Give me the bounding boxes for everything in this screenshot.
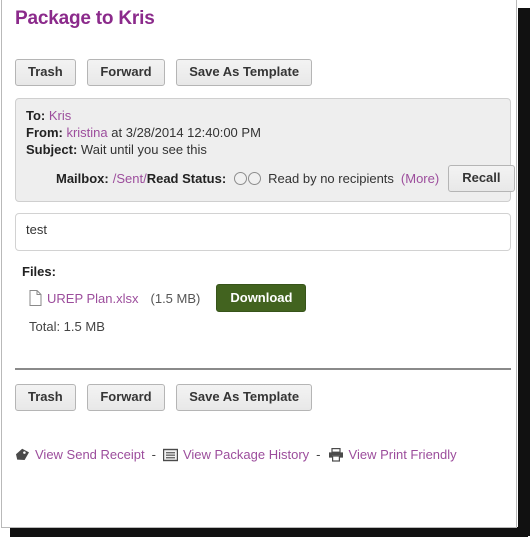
window-shadow-bottom: [10, 527, 528, 537]
save-as-template-button-top[interactable]: Save As Template: [176, 59, 313, 86]
toolbar-top: Trash Forward Save As Template: [15, 30, 516, 86]
page-title: Package to Kris: [15, 8, 155, 29]
files-heading: Files:: [22, 264, 56, 279]
file-name-link[interactable]: UREP Plan.xlsx: [47, 291, 139, 306]
printer-icon: [328, 447, 344, 462]
save-as-template-button-bottom[interactable]: Save As Template: [176, 384, 313, 411]
message-info-panel: To: Kris From: kristina at 3/28/2014 12:…: [15, 98, 515, 202]
view-send-receipt-item[interactable]: View Send Receipt: [15, 447, 145, 462]
read-status-text: Read by no recipients: [268, 171, 394, 186]
download-button[interactable]: Download: [216, 284, 307, 312]
to-label: To:: [26, 108, 46, 123]
file-size: (1.5 MB): [150, 290, 201, 306]
files-section: Files: UREP Plan.xlsx (1.5 MB) Download …: [15, 264, 516, 334]
files-total: Total: 1.5 MB: [29, 319, 105, 334]
package-window: Package to Kris Trash Forward Save As Te…: [1, 0, 517, 528]
info-row-from: From: kristina at 3/28/2014 12:40:00 PM: [26, 124, 500, 141]
mailbox-label: Mailbox:: [56, 171, 109, 186]
recall-button[interactable]: Recall: [448, 165, 515, 192]
history-document-icon: [162, 448, 178, 462]
forward-button-top[interactable]: Forward: [87, 59, 165, 86]
view-print-friendly-link[interactable]: View Print Friendly: [349, 447, 457, 462]
to-recipient-link[interactable]: Kris: [49, 108, 71, 123]
file-row: UREP Plan.xlsx (1.5 MB) Download: [22, 284, 516, 312]
footer-separator: -: [316, 447, 321, 462]
footer-separator: -: [151, 447, 156, 462]
mailbox-link[interactable]: /Sent/: [113, 171, 147, 186]
trash-button-bottom[interactable]: Trash: [15, 384, 76, 411]
read-status-label: Read Status:: [146, 171, 227, 186]
window-shadow-right: [518, 8, 530, 536]
trash-button-top[interactable]: Trash: [15, 59, 76, 86]
view-package-history-link[interactable]: View Package History: [183, 447, 309, 462]
read-status-more-link[interactable]: (More): [401, 171, 439, 186]
message-body: test: [15, 213, 511, 251]
toolbar-bottom: Trash Forward Save As Template: [15, 370, 516, 411]
subject-label: Subject:: [26, 142, 78, 157]
unread-dot-icon: [234, 172, 248, 185]
info-row-to: To: Kris: [26, 107, 500, 124]
info-row-subject: Subject: Wait until you see this: [26, 141, 500, 158]
from-sender-link[interactable]: kristina: [66, 125, 107, 140]
from-label: From:: [26, 125, 63, 140]
info-row-status: Mailbox: /Sent/ Read Status: Read by no …: [26, 165, 515, 192]
view-package-history-item[interactable]: View Package History: [162, 447, 309, 462]
read-status-indicator-icon: [234, 172, 262, 185]
unread-dot-icon: [248, 172, 262, 185]
file-icon: [29, 290, 42, 306]
sent-timestamp: at 3/28/2014 12:40:00 PM: [111, 125, 261, 140]
package-content: Package to Kris Trash Forward Save As Te…: [2, 0, 516, 476]
forward-button-bottom[interactable]: Forward: [87, 384, 165, 411]
subject-value: Wait until you see this: [80, 142, 207, 157]
tag-icon: [15, 448, 30, 462]
view-print-friendly-item[interactable]: View Print Friendly: [328, 447, 457, 462]
view-send-receipt-link[interactable]: View Send Receipt: [35, 447, 145, 462]
footer-links: View Send Receipt - View Package History…: [15, 447, 516, 476]
